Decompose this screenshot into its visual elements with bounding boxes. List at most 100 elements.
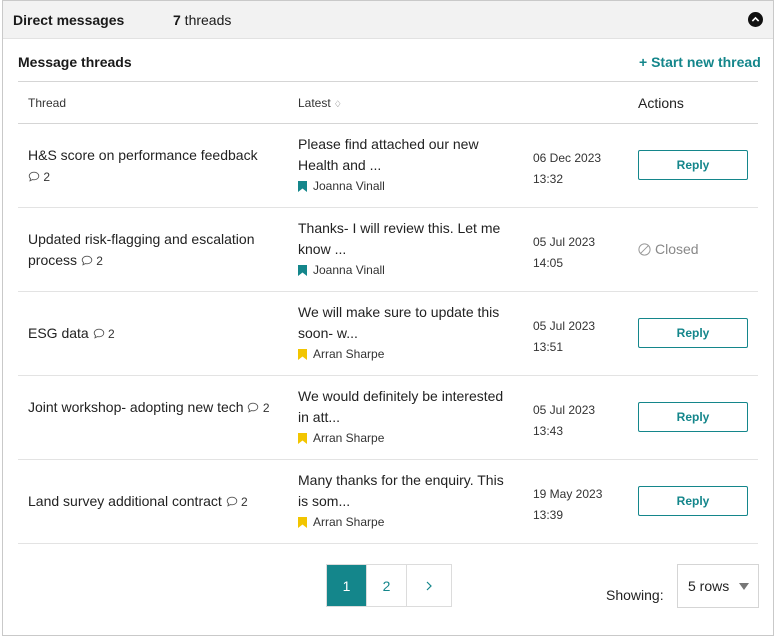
message-datetime: 06 Dec 2023 13:32 <box>533 148 601 190</box>
table-row[interactable]: ESG data 2 We will make sure to update th… <box>18 292 758 376</box>
author-name: Joanna Vinall <box>313 263 385 277</box>
rows-per-page-value: 5 rows <box>688 578 730 594</box>
latest-message-text: Many thanks for the enquiry. This is som… <box>298 472 504 509</box>
latest-message-text: We would definitely be interested in att… <box>298 388 504 425</box>
reply-button[interactable]: Reply <box>638 402 748 432</box>
message-time: 13:39 <box>533 508 564 522</box>
message-datetime: 05 Jul 2023 14:05 <box>533 232 595 274</box>
start-new-thread-link[interactable]: + Start new thread <box>639 54 761 70</box>
table-body: H&S score on performance feedback 2 Pleas… <box>18 124 758 544</box>
comment-count-value: 2 <box>107 327 115 341</box>
message-time: 13:43 <box>533 424 564 438</box>
message-author: Joanna Vinall <box>298 263 513 277</box>
collapse-icon[interactable] <box>748 12 763 27</box>
chevron-right-icon <box>426 581 432 590</box>
pagination: 1 2 <box>326 564 452 607</box>
thread-title[interactable]: H&S score on performance feedback 2 <box>28 145 278 188</box>
author-name: Arran Sharpe <box>313 515 385 529</box>
closed-label: Closed <box>655 241 699 257</box>
column-header-actions: Actions <box>638 95 684 111</box>
table-row[interactable]: Joint workshop- adopting new tech 2 We wo… <box>18 376 758 460</box>
message-datetime: 05 Jul 2023 13:43 <box>533 400 595 442</box>
panel-title: Direct messages <box>13 12 125 28</box>
thread-count-suffix: threads <box>180 12 232 28</box>
sort-icon: ♢ <box>333 99 342 109</box>
page-button-1[interactable]: 1 <box>327 565 367 606</box>
bookmark-icon <box>298 264 307 276</box>
section-title: Message threads <box>18 54 132 70</box>
threads-table: Thread Latest ♢ Actions H&S score on perf… <box>18 81 758 544</box>
bookmark-icon <box>298 516 307 528</box>
thread-title[interactable]: Joint workshop- adopting new tech 2 <box>28 397 278 419</box>
bookmark-icon <box>298 180 307 192</box>
bookmark-icon <box>298 432 307 444</box>
latest-message: We will make sure to update this soon- w… <box>298 302 513 361</box>
direct-messages-panel: Direct messages 7 threads Message thread… <box>2 0 774 636</box>
latest-message: Many thanks for the enquiry. This is som… <box>298 470 513 529</box>
column-header-thread: Thread <box>28 96 67 110</box>
comment-count-value: 2 <box>43 170 51 184</box>
column-header-latest-label: Latest <box>298 96 331 110</box>
reply-button[interactable]: Reply <box>638 486 748 516</box>
comment-count: 2 <box>81 254 103 268</box>
table-row[interactable]: Updated risk-flagging and escalation pro… <box>18 208 758 292</box>
caret-down-icon <box>739 583 749 590</box>
comment-count: 2 <box>28 170 50 184</box>
thread-title-text: ESG data <box>28 325 89 341</box>
table-row[interactable]: H&S score on performance feedback 2 Pleas… <box>18 124 758 208</box>
comment-count: 2 <box>93 327 115 341</box>
page-button-2[interactable]: 2 <box>367 565 407 606</box>
latest-message-text: We will make sure to update this soon- w… <box>298 304 500 341</box>
comment-count: 2 <box>226 495 248 509</box>
showing-label: Showing: <box>606 587 664 603</box>
message-date: 05 Jul 2023 <box>533 235 596 249</box>
latest-message-text: Thanks- I will review this. Let me know … <box>298 220 501 257</box>
rows-per-page-select[interactable]: 5 rows <box>677 564 759 608</box>
comment-icon <box>28 171 40 182</box>
author-name: Arran Sharpe <box>313 347 385 361</box>
panel-header[interactable]: Direct messages 7 threads <box>3 1 773 39</box>
author-name: Arran Sharpe <box>313 431 385 445</box>
thread-title[interactable]: ESG data 2 <box>28 323 278 345</box>
table-header: Thread Latest ♢ Actions <box>18 81 758 124</box>
message-author: Arran Sharpe <box>298 347 513 361</box>
thread-count-number: 7 <box>173 12 181 28</box>
table-row[interactable]: Land survey additional contract 2 Many th… <box>18 460 758 544</box>
thread-title-text: H&S score on performance feedback <box>28 147 258 163</box>
comment-count-value: 2 <box>241 495 248 509</box>
thread-title-text: Joint workshop- adopting new tech <box>28 399 244 415</box>
message-date: 05 Jul 2023 <box>533 403 596 417</box>
column-header-latest[interactable]: Latest ♢ <box>298 96 342 110</box>
thread-count: 7 threads <box>173 12 231 28</box>
thread-title-text: Land survey additional contract <box>28 493 222 509</box>
comment-count-value: 2 <box>96 254 103 268</box>
reply-button[interactable]: Reply <box>638 318 748 348</box>
message-author: Arran Sharpe <box>298 515 513 529</box>
message-date: 05 Jul 2023 <box>533 319 596 333</box>
message-time: 13:51 <box>533 340 564 354</box>
closed-status: Closed <box>638 241 699 257</box>
comment-icon <box>81 255 93 266</box>
latest-message: Please find attached our new Health and … <box>298 134 513 193</box>
comment-icon <box>93 328 104 339</box>
comment-count: 2 <box>247 401 270 415</box>
comment-icon <box>248 402 259 413</box>
thread-title-text: Updated risk-flagging and escalation pro… <box>28 231 255 268</box>
closed-icon <box>638 242 651 256</box>
message-datetime: 19 May 2023 13:39 <box>533 484 602 526</box>
latest-message-text: Please find attached our new Health and … <box>298 136 479 173</box>
bookmark-icon <box>298 348 307 360</box>
latest-message: Thanks- I will review this. Let me know … <box>298 218 513 277</box>
comment-count-value: 2 <box>262 401 270 415</box>
author-name: Joanna Vinall <box>313 179 385 193</box>
thread-title[interactable]: Land survey additional contract 2 <box>28 491 278 513</box>
message-author: Joanna Vinall <box>298 179 513 193</box>
latest-message: We would definitely be interested in att… <box>298 386 513 445</box>
message-date: 19 May 2023 <box>533 487 603 501</box>
reply-button[interactable]: Reply <box>638 150 748 180</box>
next-page-button[interactable] <box>407 565 451 606</box>
comment-icon <box>226 496 237 507</box>
thread-title[interactable]: Updated risk-flagging and escalation pro… <box>28 229 278 272</box>
message-time: 14:05 <box>533 256 564 270</box>
message-time: 13:32 <box>533 172 564 186</box>
